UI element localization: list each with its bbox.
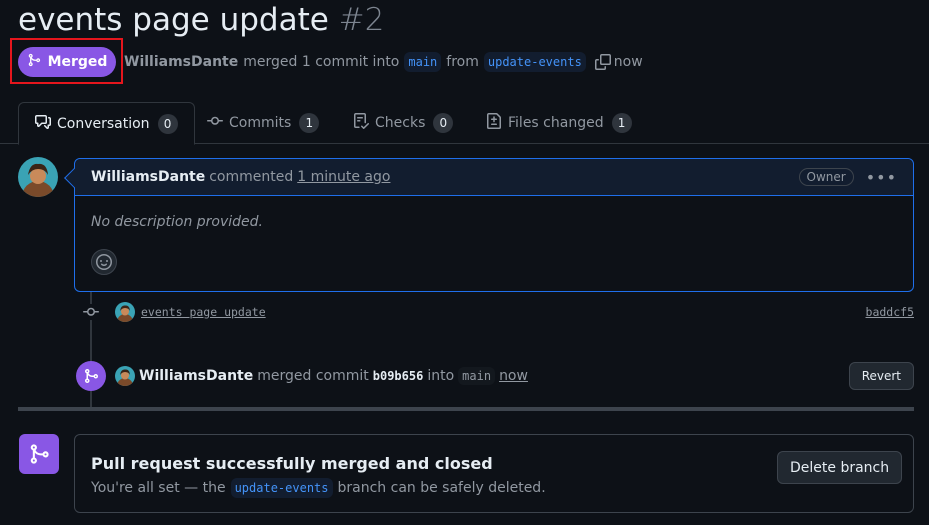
merger-author-link[interactable]: WilliamsDante xyxy=(139,368,253,384)
comment-discussion-icon xyxy=(35,114,51,134)
merge-commit-sha[interactable]: b09b656 xyxy=(373,369,424,383)
deletable-branch[interactable]: update-events xyxy=(230,478,333,498)
merge-target-branch[interactable]: main xyxy=(458,367,496,385)
tab-label: Conversation xyxy=(57,115,150,132)
into-text: into xyxy=(427,368,455,384)
tab-checks[interactable]: Checks 0 xyxy=(353,102,454,144)
comment-author-link[interactable]: WilliamsDante xyxy=(91,169,205,185)
merge-status-subtext: You're all set — the update-events branc… xyxy=(91,478,546,498)
merge-status-box: Pull request successfully merged and clo… xyxy=(74,434,914,513)
git-commit-icon xyxy=(207,113,223,133)
merger-avatar[interactable] xyxy=(115,366,135,386)
tab-commits[interactable]: Commits 1 xyxy=(207,102,320,144)
commit-message-link[interactable]: events page update xyxy=(141,305,266,319)
tab-label: Files changed xyxy=(508,115,604,131)
comment-timestamp[interactable]: 1 minute ago xyxy=(297,169,390,185)
merge-timestamp[interactable]: now xyxy=(499,368,528,384)
timeline-divider xyxy=(18,407,914,411)
tab-count: 0 xyxy=(433,113,454,133)
delete-branch-button[interactable]: Delete branch xyxy=(777,451,903,484)
git-merge-icon xyxy=(19,434,59,474)
git-commit-icon xyxy=(82,304,100,320)
state-label: Merged xyxy=(47,54,108,70)
copy-icon[interactable] xyxy=(594,53,612,71)
tab-label: Commits xyxy=(229,115,292,131)
git-merge-icon xyxy=(76,361,106,391)
pr-title: events page update #2 xyxy=(18,0,384,40)
comment-body: No description provided. xyxy=(91,214,263,230)
pr-title-text: events page update xyxy=(18,2,329,38)
tab-label: Checks xyxy=(375,115,426,131)
tab-files-changed[interactable]: Files changed 1 xyxy=(486,102,632,144)
head-branch[interactable]: update-events xyxy=(483,52,586,72)
pr-time: now xyxy=(613,54,643,70)
merged-text: merged 1 commit into xyxy=(243,54,400,70)
tab-count: 1 xyxy=(611,113,632,133)
pr-number: #2 xyxy=(338,2,385,38)
revert-button[interactable]: Revert xyxy=(848,362,914,390)
tab-count: 1 xyxy=(299,113,320,133)
commit-author-avatar[interactable] xyxy=(115,302,135,322)
pr-tabs: Conversation 0 Commits 1 Checks 0 Files … xyxy=(0,102,929,145)
pr-description-comment: WilliamsDante commented 1 minute ago Own… xyxy=(64,158,914,292)
kebab-menu-icon[interactable]: ••• xyxy=(866,168,897,187)
merge-status-heading: Pull request successfully merged and clo… xyxy=(91,454,493,473)
merge-event: WilliamsDante merged commit b09b656 into… xyxy=(76,361,914,391)
tab-conversation[interactable]: Conversation 0 xyxy=(18,102,195,145)
commit-sha-link[interactable]: baddcf5 xyxy=(866,305,914,319)
smiley-icon[interactable] xyxy=(91,249,117,275)
subtext-before: You're all set — the xyxy=(91,480,226,496)
author-avatar[interactable] xyxy=(18,157,58,197)
tab-count: 0 xyxy=(157,113,178,134)
base-branch[interactable]: main xyxy=(404,52,442,72)
owner-badge: Owner xyxy=(798,168,854,186)
pr-meta: WilliamsDante merged 1 commit into main … xyxy=(124,48,643,76)
git-merge-icon xyxy=(27,53,41,71)
checklist-icon xyxy=(353,113,370,133)
comment-header: WilliamsDante commented 1 minute ago Own… xyxy=(75,159,913,196)
commit-item: events page update baddcf5 xyxy=(82,300,914,324)
subtext-after: branch can be safely deleted. xyxy=(337,480,546,496)
from-text: from xyxy=(446,54,479,70)
file-diff-icon xyxy=(486,113,502,133)
merge-action: merged commit xyxy=(257,368,369,384)
pr-author-link[interactable]: WilliamsDante xyxy=(124,54,238,70)
comment-action: commented xyxy=(209,169,294,185)
merged-state-badge: Merged xyxy=(18,47,116,77)
